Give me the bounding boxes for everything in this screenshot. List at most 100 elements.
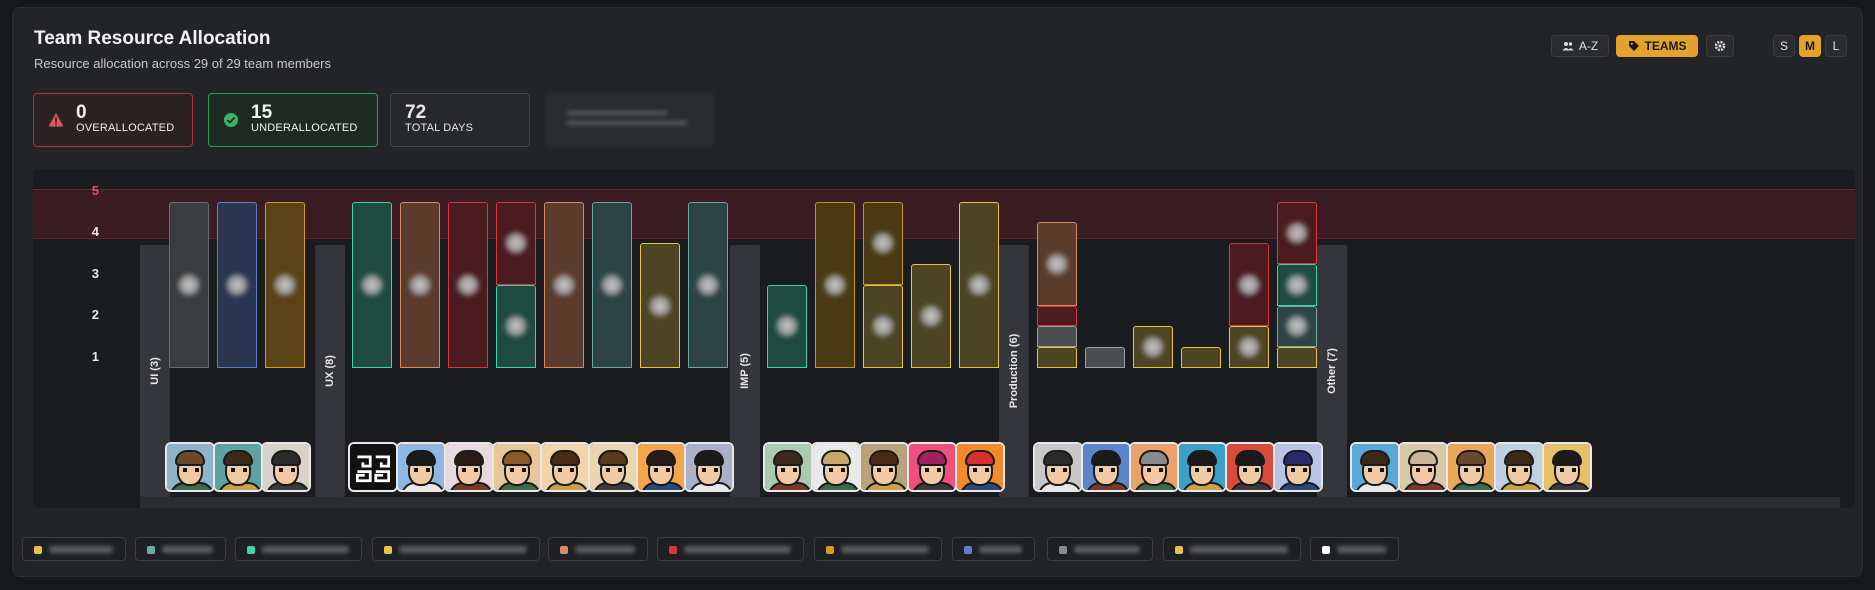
legend-label-blurred [262,546,349,553]
team-member-avatar[interactable] [955,442,1005,492]
legend-item[interactable] [814,537,942,561]
avatar-eyes [1291,468,1307,472]
allocation-segment[interactable] [1037,326,1077,348]
team-member-avatar[interactable] [1398,442,1448,492]
settings-button[interactable] [1706,35,1734,57]
avatar-hair [550,450,580,466]
legend-item[interactable] [372,537,540,561]
legend-item[interactable] [235,537,362,561]
avatar-eyes [1464,468,1480,472]
legend-label-blurred [979,546,1022,553]
allocation-segment[interactable] [1277,347,1317,368]
avatar-eyes [462,468,478,472]
team-member-avatar[interactable] [763,442,813,492]
team-member-avatar[interactable] [1446,442,1496,492]
group-ux-label: UX (8) [324,355,336,387]
legend-item[interactable] [548,537,648,561]
allocation-segment[interactable] [1085,347,1125,368]
sort-az-button[interactable]: A-Z [1551,35,1609,57]
team-member-avatar[interactable] [907,442,957,492]
total-days-count: 72 [405,102,427,123]
group-other-label: Other (7) [1326,348,1338,394]
team-member-avatar[interactable] [492,442,542,492]
size-l-button[interactable]: L [1825,35,1847,57]
size-s-button[interactable]: S [1773,35,1795,57]
project-icon [274,273,296,296]
team-member-avatar[interactable] [261,442,311,492]
project-icon [1046,253,1068,275]
team-member-avatar[interactable] [859,442,909,492]
legend-swatch [1322,546,1330,554]
teams-label: TEAMS [1644,39,1687,53]
team-member-avatar[interactable] [1177,442,1227,492]
team-member-avatar[interactable] [811,442,861,492]
allocation-segment[interactable] [1037,305,1077,327]
avatar-eyes [1147,468,1163,472]
avatar-eyes [1416,468,1432,472]
avatar-hair [502,450,532,466]
warning-icon [48,113,64,127]
legend-item[interactable] [657,537,804,561]
stat-total-days[interactable]: 72 TOTAL DAYS [390,93,530,147]
avatar-eyes [1051,468,1067,472]
group-imp-label: IMP (5) [739,353,751,389]
avatar-eyes [558,468,574,472]
team-member-avatar[interactable] [1542,442,1592,492]
team-member-avatar[interactable] [540,442,590,492]
legend-item[interactable] [135,537,226,561]
legend-item[interactable] [952,537,1035,561]
legend-label-blurred [575,546,635,553]
team-member-avatar[interactable] [165,442,215,492]
team-member-avatar[interactable] [1033,442,1083,492]
overallocated-label: OVERALLOCATED [76,122,175,134]
avatar-hair [1235,450,1265,466]
avatar-eyes [1243,468,1259,472]
team-member-avatar[interactable] [1081,442,1131,492]
overallocation-zone [33,189,1855,239]
overallocated-count: 0 [76,102,87,123]
team-member-avatar[interactable] [1273,442,1323,492]
team-member-avatar[interactable] [684,442,734,492]
legend-item[interactable] [1310,537,1399,561]
team-member-avatar[interactable] [213,442,263,492]
legend-label-blurred [1337,546,1386,553]
teams-button[interactable]: TEAMS [1616,35,1698,57]
team-member-avatar[interactable] [588,442,638,492]
allocation-segment[interactable] [1181,347,1221,368]
allocation-segment[interactable] [1037,347,1077,368]
legend-item[interactable] [1047,537,1153,561]
team-member-avatar[interactable] [348,442,398,492]
project-icon [457,273,479,296]
size-m-button[interactable]: M [1799,35,1821,57]
group-ux[interactable]: UX (8) [315,245,345,497]
project-icon [1286,221,1308,244]
team-member-avatar[interactable] [1350,442,1400,492]
group-imp[interactable]: IMP (5) [730,245,760,497]
avatar-hair [1043,450,1073,466]
avatar-eyes [781,468,797,472]
underallocated-label: UNDERALLOCATED [251,122,358,134]
legend-item[interactable] [1163,537,1301,561]
project-icon [697,273,719,296]
avatar-hair [869,450,899,466]
team-member-avatar[interactable] [1129,442,1179,492]
avatar-hair [1091,450,1121,466]
gear-icon [1714,40,1726,52]
team-member-avatar[interactable] [1494,442,1544,492]
legend-label-blurred [399,546,527,553]
avatar-eyes [925,468,941,472]
avatar-eyes [973,468,989,472]
legend-label-blurred [162,546,213,553]
team-member-avatar[interactable] [396,442,446,492]
group-production-label: Production (6) [1008,333,1020,409]
legend-swatch [1059,546,1067,554]
team-member-avatar[interactable] [444,442,494,492]
team-member-avatar[interactable] [636,442,686,492]
stat-overallocated[interactable]: 0 OVERALLOCATED [33,93,193,147]
legend-item[interactable] [22,537,126,561]
project-icon [361,273,383,296]
stat-underallocated[interactable]: 15 UNDERALLOCATED [208,93,378,147]
team-member-avatar[interactable] [1225,442,1275,492]
avatar-hair [271,450,301,466]
avatar-hair [406,450,436,466]
